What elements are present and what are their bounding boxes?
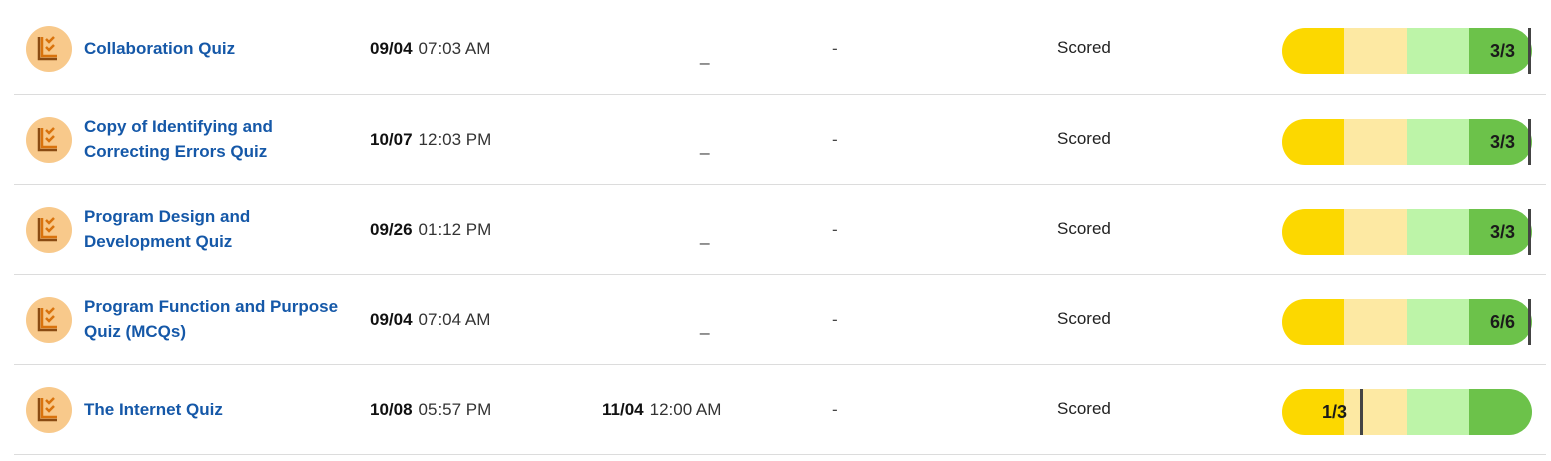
score-segment bbox=[1282, 299, 1344, 345]
score-segment bbox=[1344, 28, 1407, 74]
due-placeholder: _ bbox=[700, 226, 710, 245]
submitted-date: 09/04 bbox=[370, 39, 413, 58]
score-segment bbox=[1344, 389, 1407, 435]
quiz-list: Collaboration Quiz 09/04 07:03 AM _ - Sco… bbox=[0, 0, 1551, 461]
column-four-value: - bbox=[832, 400, 838, 419]
date-column: 10/07 12:03 PM bbox=[370, 130, 491, 150]
quiz-checklist-icon bbox=[26, 297, 72, 343]
quiz-title-line: Collaboration Quiz bbox=[84, 39, 236, 58]
score-marker bbox=[1528, 299, 1531, 345]
quiz-title-line: Quiz (MCQs) bbox=[84, 322, 186, 341]
quiz-checklist-icon bbox=[26, 26, 72, 72]
submitted-time: 01:12 PM bbox=[418, 220, 492, 239]
score-value: 6/6 bbox=[1490, 312, 1516, 332]
quiz-title-link[interactable]: Collaboration Quiz bbox=[84, 36, 344, 61]
status-text: Scored bbox=[1057, 399, 1111, 418]
score-marker bbox=[1360, 389, 1363, 435]
column-four-value: - bbox=[832, 39, 838, 58]
score-segment bbox=[1344, 209, 1407, 255]
submitted-time: 07:04 AM bbox=[418, 310, 491, 329]
quiz-checklist-icon bbox=[26, 207, 72, 253]
quiz-title-line: The Internet Quiz bbox=[84, 400, 223, 419]
due-time: 12:00 AM bbox=[649, 400, 722, 419]
score-value: 3/3 bbox=[1490, 132, 1516, 152]
date-column: 10/08 05:57 PM bbox=[370, 400, 491, 420]
table-row: Collaboration Quiz 09/04 07:03 AM _ - Sco… bbox=[14, 4, 1546, 95]
score-segment bbox=[1407, 28, 1469, 74]
quiz-title-link[interactable]: Program Design and Development Quiz bbox=[84, 204, 344, 254]
date-column: 09/26 01:12 PM bbox=[370, 220, 491, 240]
score-segment bbox=[1282, 209, 1344, 255]
column-four-value: - bbox=[832, 130, 838, 149]
score-marker bbox=[1528, 209, 1531, 255]
score-marker bbox=[1528, 119, 1531, 165]
quiz-title-line: Correcting Errors Quiz bbox=[84, 142, 268, 161]
column-four-value: - bbox=[832, 220, 838, 239]
submitted-time: 05:57 PM bbox=[418, 400, 492, 419]
due-placeholder: _ bbox=[700, 46, 710, 65]
score-segment bbox=[1407, 209, 1469, 255]
table-row: The Internet Quiz 10/08 05:57 PM 11/04 12:… bbox=[14, 365, 1546, 455]
date-column: 09/04 07:04 AM bbox=[370, 310, 490, 330]
quiz-title-line: Development Quiz bbox=[84, 232, 233, 251]
quiz-title-line: Copy of Identifying and bbox=[84, 117, 273, 136]
due-placeholder: _ bbox=[700, 136, 710, 155]
quiz-title-link[interactable]: Copy of Identifying and Correcting Error… bbox=[84, 114, 344, 164]
score-value: 1/3 bbox=[1322, 402, 1348, 422]
table-row: Program Function and Purpose Quiz (MCQs)… bbox=[14, 275, 1546, 365]
score-marker bbox=[1528, 28, 1531, 74]
submitted-date: 10/08 bbox=[370, 400, 413, 419]
submitted-date: 09/04 bbox=[370, 310, 413, 329]
score-segment bbox=[1407, 119, 1469, 165]
status-text: Scored bbox=[1057, 38, 1111, 57]
score-segment bbox=[1344, 299, 1407, 345]
submitted-date: 09/26 bbox=[370, 220, 413, 239]
score-segment bbox=[1407, 299, 1469, 345]
column-four-value: - bbox=[832, 310, 838, 329]
score-segment bbox=[1407, 389, 1469, 435]
quiz-checklist-icon bbox=[26, 117, 72, 163]
quiz-checklist-icon bbox=[26, 387, 72, 433]
status-text: Scored bbox=[1057, 129, 1111, 148]
score-value: 3/3 bbox=[1490, 222, 1516, 242]
table-row: Program Design and Development Quiz 09/2… bbox=[14, 185, 1546, 275]
score-value: 3/3 bbox=[1490, 41, 1516, 61]
table-row: Copy of Identifying and Correcting Error… bbox=[14, 95, 1546, 185]
quiz-title-link[interactable]: The Internet Quiz bbox=[84, 397, 344, 422]
status-text: Scored bbox=[1057, 309, 1111, 328]
submitted-date: 10/07 bbox=[370, 130, 413, 149]
quiz-title-line: Program Design and bbox=[84, 207, 251, 226]
due-date-column: 11/04 12:00 AM bbox=[602, 400, 721, 420]
status-text: Scored bbox=[1057, 219, 1111, 238]
submitted-time: 07:03 AM bbox=[418, 39, 491, 58]
score-segment bbox=[1344, 119, 1407, 165]
date-column: 09/04 07:03 AM bbox=[370, 39, 490, 59]
quiz-title-link[interactable]: Program Function and Purpose Quiz (MCQs) bbox=[84, 294, 344, 344]
score-segment bbox=[1282, 28, 1344, 74]
score-segment bbox=[1282, 119, 1344, 165]
submitted-time: 12:03 PM bbox=[418, 130, 492, 149]
due-placeholder: _ bbox=[700, 316, 710, 335]
score-bar bbox=[1282, 389, 1532, 435]
quiz-title-line: Program Function and Purpose bbox=[84, 297, 339, 316]
due-date: 11/04 bbox=[602, 400, 644, 419]
score-segment bbox=[1469, 389, 1532, 435]
